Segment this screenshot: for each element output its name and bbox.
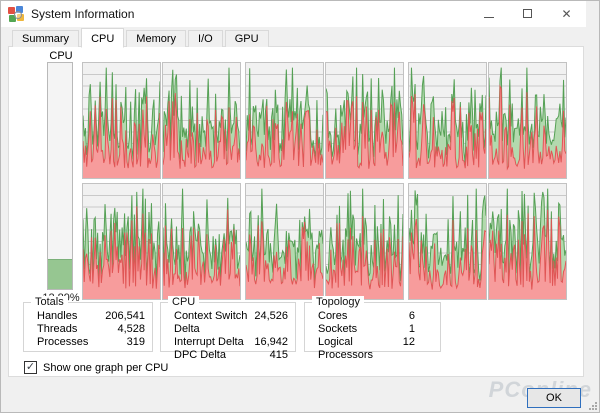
totals-processes-row: Processes 319 xyxy=(37,336,145,349)
logical-processors-label: Logical Processors xyxy=(318,336,403,362)
totals-processes-label: Processes xyxy=(37,336,88,349)
show-one-graph-per-cpu-option[interactable]: ✓ Show one graph per CPU xyxy=(24,361,168,374)
magnifier-icon xyxy=(14,11,22,19)
sockets-row: Sockets 1 xyxy=(318,323,433,336)
sockets-value: 1 xyxy=(409,323,433,336)
topology-group-title: Topology xyxy=(312,296,364,308)
cpu-graph-panel-6 xyxy=(82,183,161,300)
totals-handles-value: 206,541 xyxy=(105,310,145,323)
totals-processes-value: 319 xyxy=(127,336,145,349)
totals-handles-label: Handles xyxy=(37,310,77,323)
cpu-graph-panel-0 xyxy=(82,62,161,179)
ok-button-label: OK xyxy=(546,392,562,404)
cpu-graph-panel-5 xyxy=(488,62,567,179)
interrupt-delta-row: Interrupt Delta 16,942 xyxy=(174,336,288,349)
logical-processors-value: 12 xyxy=(403,336,433,362)
cpu-graph-panel-1 xyxy=(162,62,241,179)
tab-cpu[interactable]: CPU xyxy=(81,28,124,48)
totals-threads-row: Threads 4,528 xyxy=(37,323,145,336)
totals-threads-value: 4,528 xyxy=(117,323,145,336)
minimize-icon xyxy=(484,16,494,18)
dpc-delta-label: DPC Delta xyxy=(174,349,226,362)
checkmark-icon: ✓ xyxy=(26,362,35,372)
cpu-graph-panel-2 xyxy=(245,62,324,179)
cpu-graph-panel-9 xyxy=(325,183,404,300)
cpu-graph-panel-11 xyxy=(488,183,567,300)
footer-bar: PConline OK xyxy=(0,377,600,413)
tab-io[interactable]: I/O xyxy=(188,30,223,47)
tab-gpu[interactable]: GPU xyxy=(225,30,269,47)
cpu-graph-panel-7 xyxy=(162,183,241,300)
resize-grip[interactable] xyxy=(588,401,598,411)
show-one-graph-per-cpu-checkbox[interactable]: ✓ xyxy=(24,361,37,374)
totals-group-title: Totals xyxy=(31,296,68,308)
interrupt-delta-label: Interrupt Delta xyxy=(174,336,244,349)
totals-group: Totals Handles 206,541 Threads 4,528 Pro… xyxy=(23,302,153,352)
totals-threads-label: Threads xyxy=(37,323,77,336)
cores-label: Cores xyxy=(318,310,347,323)
title-bar: System Information ✕ xyxy=(0,0,586,27)
cores-row: Cores 6 xyxy=(318,310,433,323)
interrupt-delta-value: 16,942 xyxy=(254,336,288,349)
dialog-right-margin xyxy=(584,27,600,377)
maximize-button[interactable] xyxy=(508,0,547,27)
cpu-gauge-label: CPU xyxy=(47,50,75,62)
dpc-delta-row: DPC Delta 415 xyxy=(174,349,288,362)
cpu-tab-page: CPU 12.89% xyxy=(8,46,584,377)
cpu-usage-gauge xyxy=(47,62,73,290)
tab-strip: Summary CPU Memory I/O GPU xyxy=(12,27,271,47)
context-switch-delta-value: 24,526 xyxy=(254,310,288,336)
sockets-label: Sockets xyxy=(318,323,357,336)
maximize-icon xyxy=(523,9,532,18)
close-button[interactable]: ✕ xyxy=(547,0,586,27)
close-icon: ✕ xyxy=(561,8,571,20)
window-title: System Information xyxy=(31,7,134,21)
cpu-graph-panel-3 xyxy=(325,62,404,179)
logical-processors-row: Logical Processors 12 xyxy=(318,336,433,362)
dpc-delta-value: 415 xyxy=(270,349,288,362)
show-one-graph-per-cpu-label: Show one graph per CPU xyxy=(43,362,168,374)
cores-value: 6 xyxy=(409,310,433,323)
cpu-graphs-grid xyxy=(82,62,568,304)
totals-handles-row: Handles 206,541 xyxy=(37,310,145,323)
app-icon xyxy=(8,6,24,22)
cpu-graph-panel-8 xyxy=(245,183,324,300)
cpu-graph-panel-4 xyxy=(408,62,487,179)
tab-summary[interactable]: Summary xyxy=(12,30,79,47)
cpu-deltas-group: CPU Context Switch Delta 24,526 Interrup… xyxy=(160,302,296,352)
context-switch-delta-row: Context Switch Delta 24,526 xyxy=(174,310,288,336)
cpu-deltas-group-title: CPU xyxy=(168,296,199,308)
topology-group: Topology Cores 6 Sockets 1 Logical Proce… xyxy=(304,302,441,352)
context-switch-delta-label: Context Switch Delta xyxy=(174,310,254,336)
ok-button[interactable]: OK xyxy=(527,388,581,408)
minimize-button[interactable] xyxy=(469,0,508,27)
cpu-graph-panel-10 xyxy=(408,183,487,300)
tab-memory[interactable]: Memory xyxy=(126,30,186,47)
cpu-usage-gauge-fill xyxy=(48,259,72,289)
